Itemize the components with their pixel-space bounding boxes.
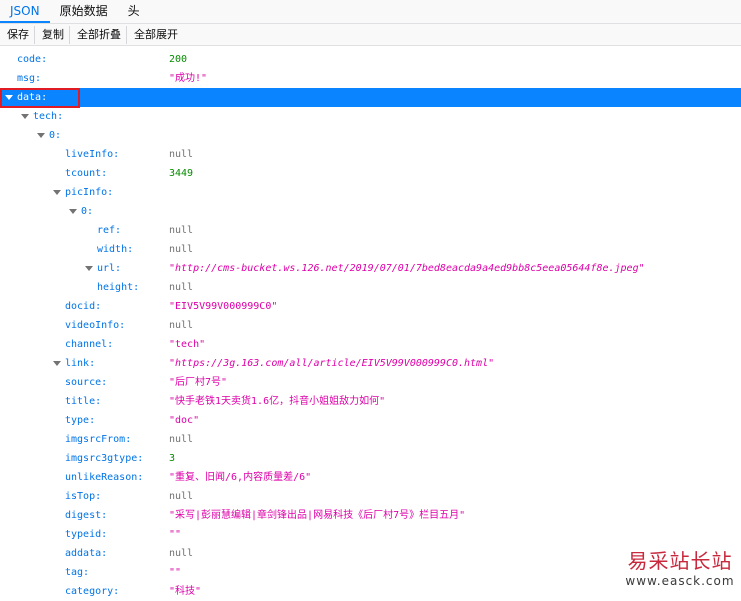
- json-key: unlikeReason:: [65, 472, 144, 483]
- json-row[interactable]: tcount: 3449: [0, 164, 741, 183]
- expand-toggle-icon[interactable]: [53, 361, 61, 366]
- expand-toggle-icon[interactable]: [53, 190, 61, 195]
- json-value: "重复、旧闻/6,内容质量差/6": [169, 472, 312, 483]
- json-value: "EIV5V99V000999C0": [169, 301, 278, 312]
- json-key: liveInfo:: [65, 149, 120, 160]
- json-value: 200: [169, 54, 188, 65]
- json-key: source:: [65, 377, 108, 388]
- expand-all-button[interactable]: 全部展开: [129, 26, 183, 44]
- json-key: link:: [65, 358, 96, 369]
- json-value: "成功!": [169, 73, 208, 84]
- expand-toggle-icon[interactable]: [85, 266, 93, 271]
- watermark-url: www.easck.com: [625, 574, 735, 588]
- json-row[interactable]: msg: "成功!": [0, 69, 741, 88]
- json-key: channel:: [65, 339, 114, 350]
- json-value: null: [169, 434, 194, 445]
- json-key: typeid:: [65, 529, 108, 540]
- json-row[interactable]: docid: "EIV5V99V000999C0": [0, 297, 741, 316]
- json-row[interactable]: imgsrc3gtype: 3: [0, 449, 741, 468]
- json-row[interactable]: picInfo:: [0, 183, 741, 202]
- tab-raw-data[interactable]: 原始数据: [50, 0, 118, 23]
- json-row[interactable]: code: 200: [0, 50, 741, 69]
- json-value: null: [169, 149, 194, 160]
- copy-button[interactable]: 复制: [37, 25, 70, 44]
- json-key: height:: [97, 282, 140, 293]
- json-row[interactable]: data:: [0, 88, 741, 108]
- tab-headers[interactable]: 头: [118, 0, 150, 23]
- json-value: "http://cms-bucket.ws.126.net/2019/07/01…: [169, 263, 645, 274]
- json-row[interactable]: unlikeReason: "重复、旧闻/6,内容质量差/6": [0, 468, 741, 487]
- expand-toggle-icon[interactable]: [37, 133, 45, 138]
- json-row[interactable]: digest: "采写|彭丽慧编辑|章剑锋出品|网易科技《后厂村7号》栏目五月": [0, 506, 741, 525]
- collapse-all-button[interactable]: 全部折叠: [72, 25, 127, 44]
- json-key: imgsrc3gtype:: [65, 453, 144, 464]
- json-key: tech:: [33, 111, 64, 122]
- json-row[interactable]: channel: "tech": [0, 335, 741, 354]
- json-value: null: [169, 320, 194, 331]
- json-row[interactable]: height: null: [0, 278, 741, 297]
- json-key: tcount:: [65, 168, 108, 179]
- json-row[interactable]: title: "快手老铁1天卖货1.6亿，抖音小姐姐敌力如何": [0, 392, 741, 411]
- json-value: "快手老铁1天卖货1.6亿，抖音小姐姐敌力如何": [169, 396, 386, 407]
- json-key: msg:: [17, 73, 42, 84]
- json-row[interactable]: link: "https://3g.163.com/all/article/EIV…: [0, 354, 741, 373]
- json-value: null: [169, 225, 194, 236]
- json-row[interactable]: isTop: null: [0, 487, 741, 506]
- json-row[interactable]: type: "doc": [0, 411, 741, 430]
- json-row[interactable]: tech:: [0, 107, 741, 126]
- highlight-box: [0, 88, 80, 108]
- json-value: null: [169, 282, 194, 293]
- save-button[interactable]: 保存: [2, 25, 35, 44]
- json-value: 3: [169, 453, 176, 464]
- json-tree: code: 200 msg: "成功!" data: tech: 0: liveInfo: nu…: [0, 50, 741, 601]
- json-value: "https://3g.163.com/all/article/EIV5V99V…: [169, 358, 495, 369]
- expand-toggle-icon[interactable]: [69, 209, 77, 214]
- json-key: 0:: [49, 130, 62, 141]
- json-value: "tech": [169, 339, 206, 350]
- json-key: digest:: [65, 510, 108, 521]
- json-key: isTop:: [65, 491, 102, 502]
- expand-toggle-icon[interactable]: [21, 114, 29, 119]
- json-row[interactable]: source: "后厂村7号": [0, 373, 741, 392]
- json-row[interactable]: 0:: [0, 126, 741, 145]
- json-key: type:: [65, 415, 96, 426]
- json-value: "": [169, 529, 182, 540]
- json-key: ref:: [97, 225, 122, 236]
- json-value: null: [169, 244, 194, 255]
- json-row[interactable]: width: null: [0, 240, 741, 259]
- json-key: 0:: [81, 206, 94, 217]
- json-row[interactable]: url: "http://cms-bucket.ws.126.net/2019/0…: [0, 259, 741, 278]
- json-key: imgsrcFrom:: [65, 434, 132, 445]
- json-value: "采写|彭丽慧编辑|章剑锋出品|网易科技《后厂村7号》栏目五月": [169, 510, 466, 521]
- json-value: "科技": [169, 586, 202, 597]
- json-key: code:: [17, 54, 48, 65]
- json-key: videoInfo:: [65, 320, 126, 331]
- json-key: category:: [65, 586, 120, 597]
- json-key: addata:: [65, 548, 108, 559]
- json-value: "": [169, 567, 182, 578]
- json-key: width:: [97, 244, 134, 255]
- json-row[interactable]: imgsrcFrom: null: [0, 430, 741, 449]
- watermark-site-name: 易采站长站: [627, 549, 733, 573]
- json-value: null: [169, 548, 194, 559]
- json-row[interactable]: typeid: "": [0, 525, 741, 544]
- json-key: url:: [97, 263, 122, 274]
- json-value: "doc": [169, 415, 200, 426]
- json-row[interactable]: 0:: [0, 202, 741, 221]
- tab-json[interactable]: JSON: [0, 0, 50, 23]
- json-value: null: [169, 491, 194, 502]
- json-key: tag:: [65, 567, 90, 578]
- watermark: 易采站长站 www.easck.com: [621, 549, 739, 589]
- json-row[interactable]: liveInfo: null: [0, 145, 741, 164]
- json-key: picInfo:: [65, 187, 114, 198]
- json-row[interactable]: videoInfo: null: [0, 316, 741, 335]
- toolbar: 保存 复制 全部折叠 全部展开: [0, 24, 741, 46]
- json-row[interactable]: ref: null: [0, 221, 741, 240]
- json-key: title:: [65, 396, 102, 407]
- json-key: docid:: [65, 301, 102, 312]
- json-value: 3449: [169, 168, 194, 179]
- json-value: "后厂村7号": [169, 377, 228, 388]
- tab-bar: JSON 原始数据 头: [0, 0, 741, 24]
